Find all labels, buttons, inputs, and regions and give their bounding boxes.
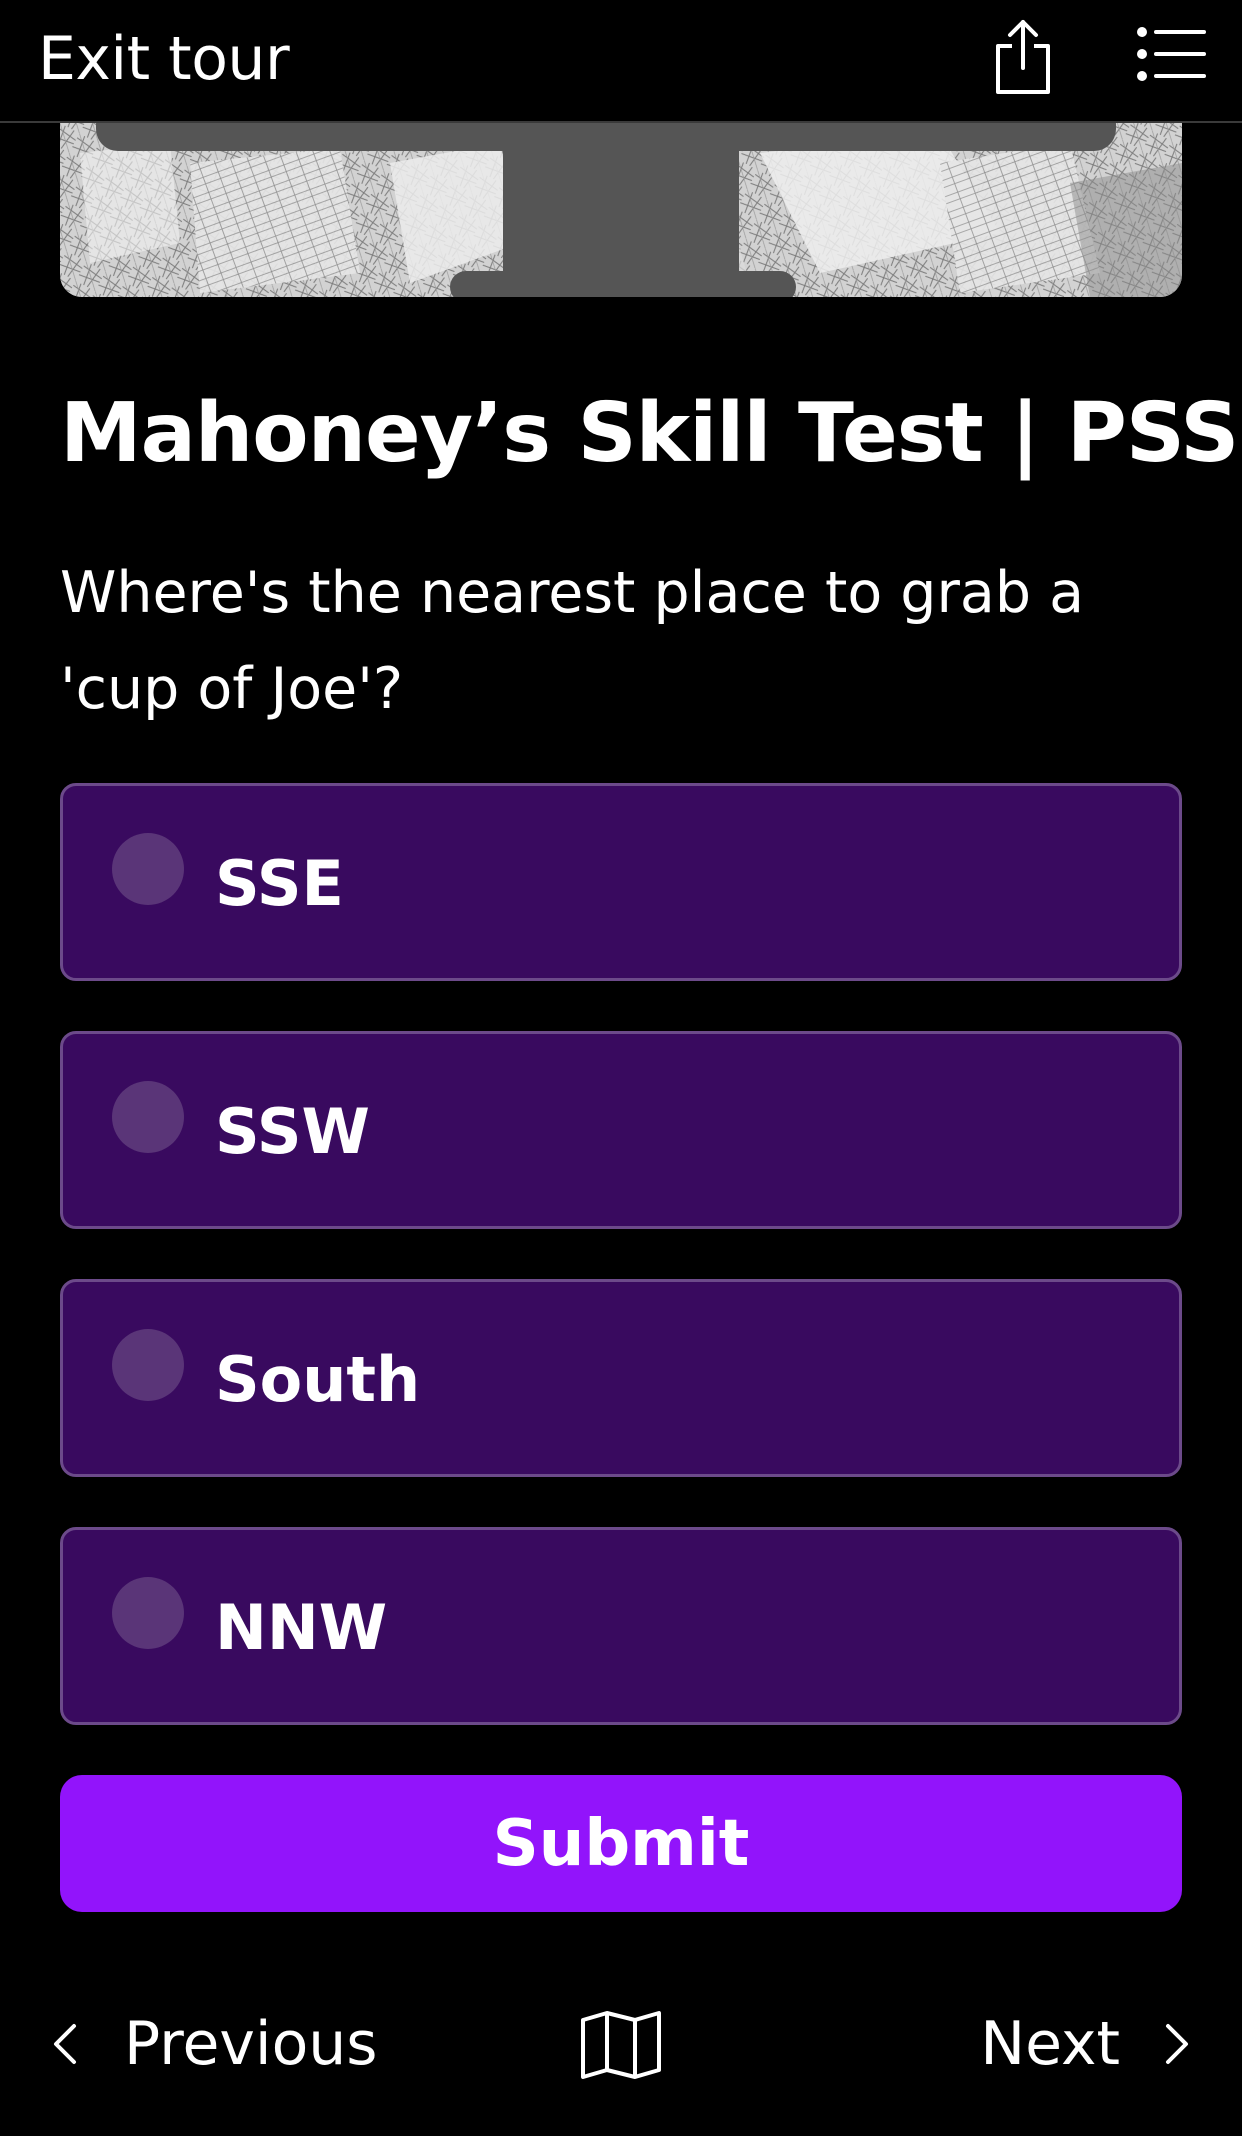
answer-option-label: SSW (215, 1095, 370, 1168)
exit-tour-button[interactable]: Exit tour (38, 24, 290, 94)
quiz-title: Mahoney’s Skill Test | PSS (60, 386, 1239, 481)
radio-button[interactable] (112, 1081, 184, 1153)
chevron-left-icon (54, 2024, 76, 2064)
answer-option-label: NNW (215, 1591, 388, 1664)
share-icon[interactable] (988, 16, 1058, 96)
map-icon[interactable] (580, 2010, 662, 2080)
answer-option-sse[interactable]: SSE (60, 783, 1182, 981)
hero-image (60, 123, 1182, 297)
next-button[interactable]: Next (980, 2004, 1190, 2084)
top-bar: Exit tour (0, 0, 1242, 123)
previous-label: Previous (124, 2009, 378, 2079)
list-menu-icon[interactable] (1136, 24, 1206, 84)
chevron-right-icon (1166, 2024, 1188, 2064)
radio-button[interactable] (112, 833, 184, 905)
previous-button[interactable]: Previous (52, 2004, 378, 2084)
answer-option-south[interactable]: South (60, 1279, 1182, 1477)
next-label: Next (980, 2009, 1120, 2079)
answer-option-ssw[interactable]: SSW (60, 1031, 1182, 1229)
radio-button[interactable] (112, 1577, 184, 1649)
answer-option-label: South (215, 1343, 421, 1416)
answer-option-nnw[interactable]: NNW (60, 1527, 1182, 1725)
radio-button[interactable] (112, 1329, 184, 1401)
answer-option-label: SSE (215, 847, 344, 920)
submit-button[interactable]: Submit (60, 1775, 1182, 1912)
quiz-question: Where's the nearest place to grab a 'cup… (60, 560, 1085, 722)
